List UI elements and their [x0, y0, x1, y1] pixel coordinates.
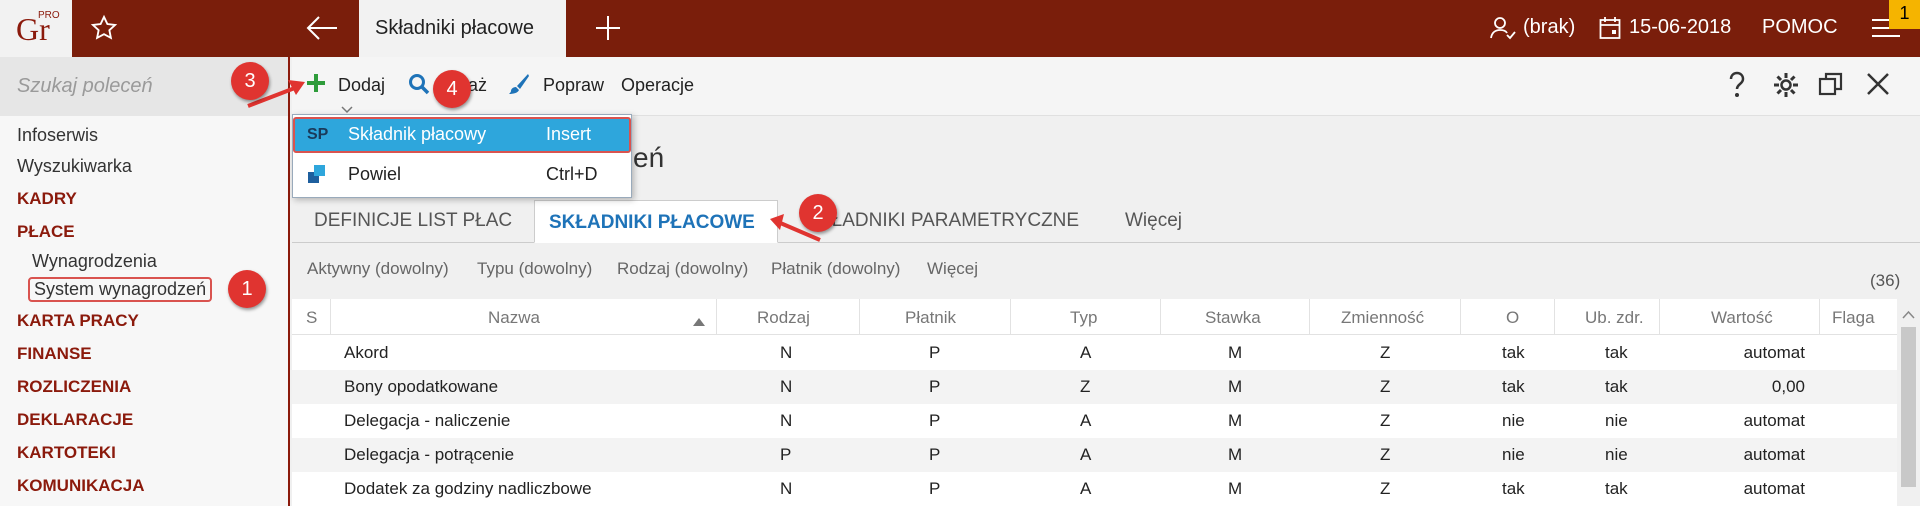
arrow-2-head — [770, 214, 784, 230]
step-marker-2: 2 — [799, 194, 837, 232]
step-marker-4: 4 — [433, 70, 471, 108]
step-marker-3: 3 — [231, 62, 269, 100]
step-marker-1: 1 — [228, 270, 266, 308]
annotation-arrows — [247, 80, 821, 242]
